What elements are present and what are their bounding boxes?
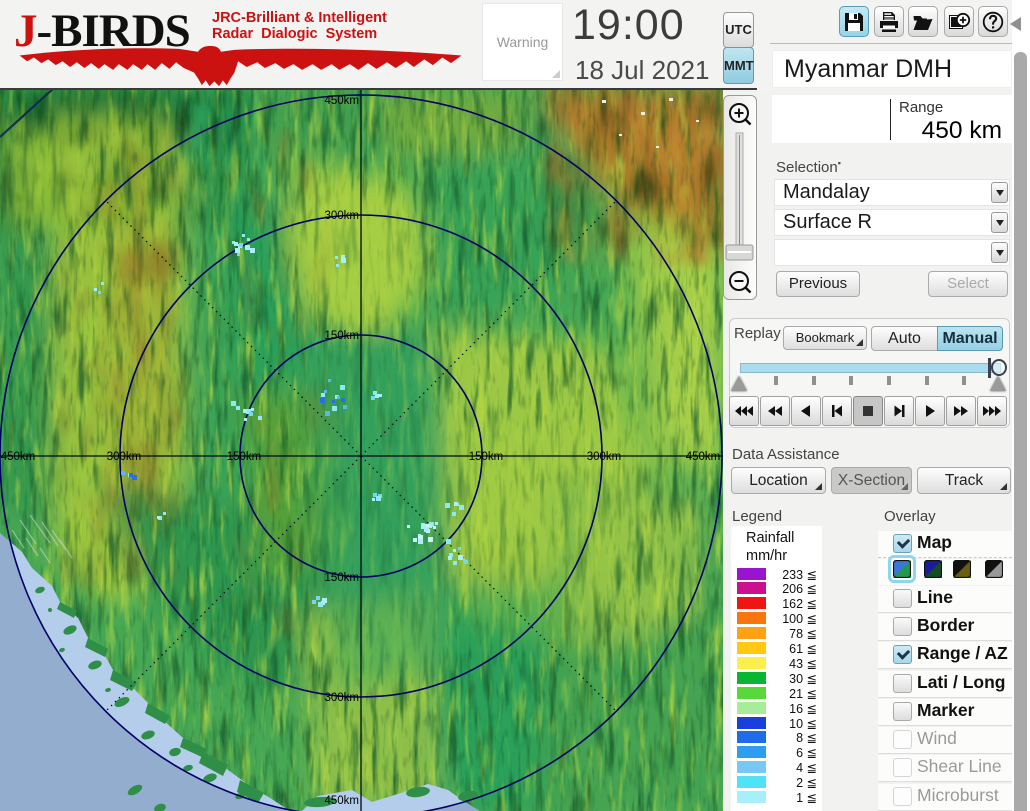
svg-text:300km: 300km [587,451,622,463]
svg-text:450km: 450km [324,95,359,107]
svg-text:450km: 450km [324,795,359,807]
svg-text:300km: 300km [324,692,359,704]
svg-text:150km: 150km [324,330,359,342]
svg-text:150km: 150km [469,451,504,463]
svg-text:450km: 450km [1,451,36,463]
svg-text:300km: 300km [107,451,142,463]
svg-text:300km: 300km [324,210,359,222]
svg-text:150km: 150km [227,451,262,463]
svg-text:150km: 150km [324,572,359,584]
svg-text:450km: 450km [686,451,721,463]
